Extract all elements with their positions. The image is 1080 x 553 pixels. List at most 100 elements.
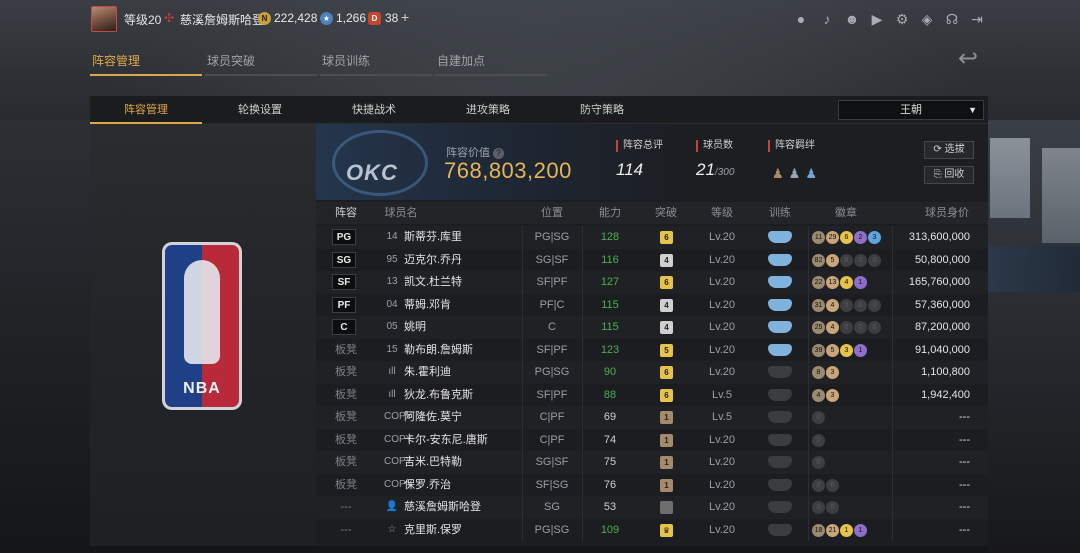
badge-icon[interactable]: 0 bbox=[854, 253, 867, 267]
training-crown-icon[interactable] bbox=[768, 253, 792, 266]
badge-icon[interactable]: 1 bbox=[854, 343, 867, 357]
table-row[interactable]: 板凳 COPY 卡尔-安东尼.唐斯 C|PF 74 1 Lv.20 0 --- bbox=[316, 428, 988, 452]
friends-icon[interactable]: ☻ bbox=[843, 10, 861, 28]
lineup-slot[interactable]: PF bbox=[332, 296, 356, 313]
lineup-slot[interactable]: 板凳 bbox=[332, 361, 360, 384]
lineup-slot[interactable]: SF bbox=[332, 274, 356, 290]
training-empty-icon[interactable] bbox=[768, 501, 792, 513]
badge-icon[interactable]: 4 bbox=[840, 276, 853, 289]
table-row[interactable]: 板凳 15 勒布朗.詹姆斯 SF|PF 123 5 Lv.20 39 5 3 1 91,040,000 bbox=[316, 338, 988, 362]
settings-gear-icon[interactable]: ⚙ bbox=[893, 10, 911, 28]
badge-icon[interactable]: 3 bbox=[826, 388, 839, 402]
tab-player-training[interactable]: 球员训练 bbox=[320, 52, 432, 76]
training-crown-icon[interactable] bbox=[768, 343, 792, 356]
badge-icon[interactable]: 3 bbox=[868, 231, 881, 244]
player-name[interactable]: 姚明 bbox=[404, 316, 426, 339]
badge-icon[interactable]: 3 bbox=[826, 366, 839, 379]
badge-icon[interactable]: 25 bbox=[812, 321, 825, 334]
lineup-slot[interactable]: 板凳 bbox=[332, 384, 360, 407]
training-empty-icon[interactable] bbox=[768, 523, 792, 536]
training-crown-icon[interactable] bbox=[768, 231, 792, 243]
training-crown-icon[interactable] bbox=[768, 321, 792, 333]
badge-icon[interactable]: 4 bbox=[826, 298, 839, 312]
table-row[interactable]: C 05 姚明 C 115 4 Lv.20 25 4 0 0 0 87,200,000 bbox=[316, 316, 988, 339]
recycle-button[interactable]: ⎘ 回收 bbox=[924, 166, 974, 184]
badge-icon[interactable]: 0 bbox=[868, 298, 881, 312]
subtab-lineup[interactable]: 阵容管理 bbox=[90, 96, 202, 124]
training-empty-icon[interactable] bbox=[768, 388, 792, 401]
lineup-slot[interactable]: 板凳 bbox=[332, 474, 360, 497]
support-headset-icon[interactable]: ☊ bbox=[943, 10, 961, 28]
bond-icons[interactable]: ♟ ♟ ♟ bbox=[772, 166, 822, 182]
badge-icon[interactable]: 0 bbox=[840, 298, 853, 312]
training-crown-icon[interactable] bbox=[768, 276, 792, 288]
lineup-slot[interactable]: --- bbox=[332, 519, 360, 542]
badge-icon[interactable]: 2 bbox=[854, 231, 867, 244]
lineup-slot[interactable]: SG bbox=[332, 251, 356, 268]
tab-player-breakthrough[interactable]: 球员突破 bbox=[205, 52, 317, 76]
lineup-slot[interactable]: 板凳 bbox=[332, 339, 360, 362]
exit-icon[interactable]: ⇥ bbox=[968, 10, 986, 28]
player-name[interactable]: 保罗.乔治 bbox=[404, 474, 451, 497]
badge-icon[interactable]: 13 bbox=[826, 276, 839, 289]
avatar[interactable] bbox=[91, 6, 117, 32]
badge-icon[interactable]: 4 bbox=[812, 388, 825, 402]
badge-icon[interactable]: 11 bbox=[812, 231, 825, 244]
table-row[interactable]: 板凳 ıll 朱.霍利迪 PG|SG 90 6 Lv.20 8 3 1,100,800 bbox=[316, 361, 988, 384]
badge-icon[interactable]: 0 bbox=[840, 321, 853, 334]
badge-icon[interactable]: 29 bbox=[826, 231, 839, 244]
tab-custom-points[interactable]: 自建加点 bbox=[435, 52, 547, 76]
lineup-slot[interactable]: --- bbox=[332, 496, 360, 519]
add-currency-button[interactable]: + bbox=[401, 9, 409, 25]
subtab-quick-tactics[interactable]: 快捷战术 bbox=[318, 96, 430, 124]
badge-icon[interactable]: 4 bbox=[826, 321, 839, 334]
training-empty-icon[interactable] bbox=[768, 366, 792, 378]
badge-icon[interactable]: 1 bbox=[840, 523, 853, 537]
badge-icon[interactable]: 82 bbox=[812, 253, 825, 267]
player-name[interactable]: 吉米.巴特勒 bbox=[404, 451, 462, 474]
player-name[interactable]: 蒂姆.邓肯 bbox=[404, 294, 451, 317]
player-name[interactable]: 斯蒂芬.库里 bbox=[404, 226, 462, 249]
table-row[interactable]: 板凳 COPY 阿隆佐.莫宁 C|PF 69 1 Lv.5 0 --- bbox=[316, 406, 988, 429]
player-name[interactable]: 凯文.杜兰特 bbox=[404, 271, 462, 294]
subtab-defense-strategy[interactable]: 防守策略 bbox=[546, 96, 658, 124]
badge-icon[interactable]: 39 bbox=[812, 343, 825, 357]
training-empty-icon[interactable] bbox=[768, 456, 792, 468]
badge-icon[interactable]: 0 bbox=[854, 321, 867, 334]
badge-icon[interactable]: 0 bbox=[826, 478, 839, 492]
table-row[interactable]: --- 👤 慈溪詹姆斯哈登 SG 53 Lv.20 0 0 --- bbox=[316, 496, 988, 519]
player-name[interactable]: 阿隆佐.莫宁 bbox=[404, 406, 462, 429]
player-name[interactable]: 勒布朗.詹姆斯 bbox=[404, 339, 473, 362]
training-empty-icon[interactable] bbox=[768, 411, 792, 423]
player-name[interactable]: 朱.霍利迪 bbox=[404, 361, 451, 384]
badge-icon[interactable]: 31 bbox=[812, 298, 825, 312]
back-arrow-icon[interactable]: ↩ bbox=[958, 44, 978, 73]
badge-icon[interactable]: 0 bbox=[812, 501, 825, 514]
notification-bell-icon[interactable]: ♪ bbox=[818, 10, 836, 28]
subtab-offense-strategy[interactable]: 进攻策略 bbox=[432, 96, 544, 124]
training-empty-icon[interactable] bbox=[768, 433, 792, 446]
training-empty-icon[interactable] bbox=[768, 478, 792, 491]
shield-icon[interactable]: ◈ bbox=[918, 10, 936, 28]
video-play-icon[interactable]: ▶ bbox=[868, 10, 886, 28]
badge-icon[interactable]: 0 bbox=[854, 298, 867, 312]
tab-lineup-management[interactable]: 阵容管理 bbox=[90, 52, 202, 76]
player-name[interactable]: 狄龙.布鲁克斯 bbox=[404, 384, 473, 407]
badge-icon[interactable]: 5 bbox=[826, 253, 839, 267]
lineup-slot[interactable]: 板凳 bbox=[332, 429, 360, 452]
profile-icon[interactable]: ● bbox=[792, 10, 810, 28]
table-row[interactable]: SF 13 凯文.杜兰特 SF|PF 127 6 Lv.20 22 13 4 1 165,760,00… bbox=[316, 271, 988, 294]
lineup-slot[interactable]: 板凳 bbox=[332, 451, 360, 474]
select-button[interactable]: ⟳ 选拔 bbox=[924, 141, 974, 159]
badge-icon[interactable]: 0 bbox=[812, 456, 825, 469]
badge-icon[interactable]: 3 bbox=[840, 343, 853, 357]
badge-icon[interactable]: 0 bbox=[812, 478, 825, 492]
lineup-slot[interactable]: 板凳 bbox=[332, 406, 360, 429]
training-crown-icon[interactable] bbox=[768, 298, 792, 311]
badge-icon[interactable]: 21 bbox=[826, 523, 839, 537]
player-name[interactable]: 克里斯.保罗 bbox=[404, 519, 462, 542]
table-row[interactable]: --- ☆ 克里斯.保罗 PG|SG 109 ♛ Lv.20 18 21 1 1 --- bbox=[316, 518, 988, 542]
table-row[interactable]: 板凳 ıll 狄龙.布鲁克斯 SF|PF 88 6 Lv.5 4 3 1,942,400 bbox=[316, 383, 988, 407]
player-name[interactable]: 迈克尔.乔丹 bbox=[404, 249, 462, 272]
badge-icon[interactable]: 0 bbox=[868, 253, 881, 267]
